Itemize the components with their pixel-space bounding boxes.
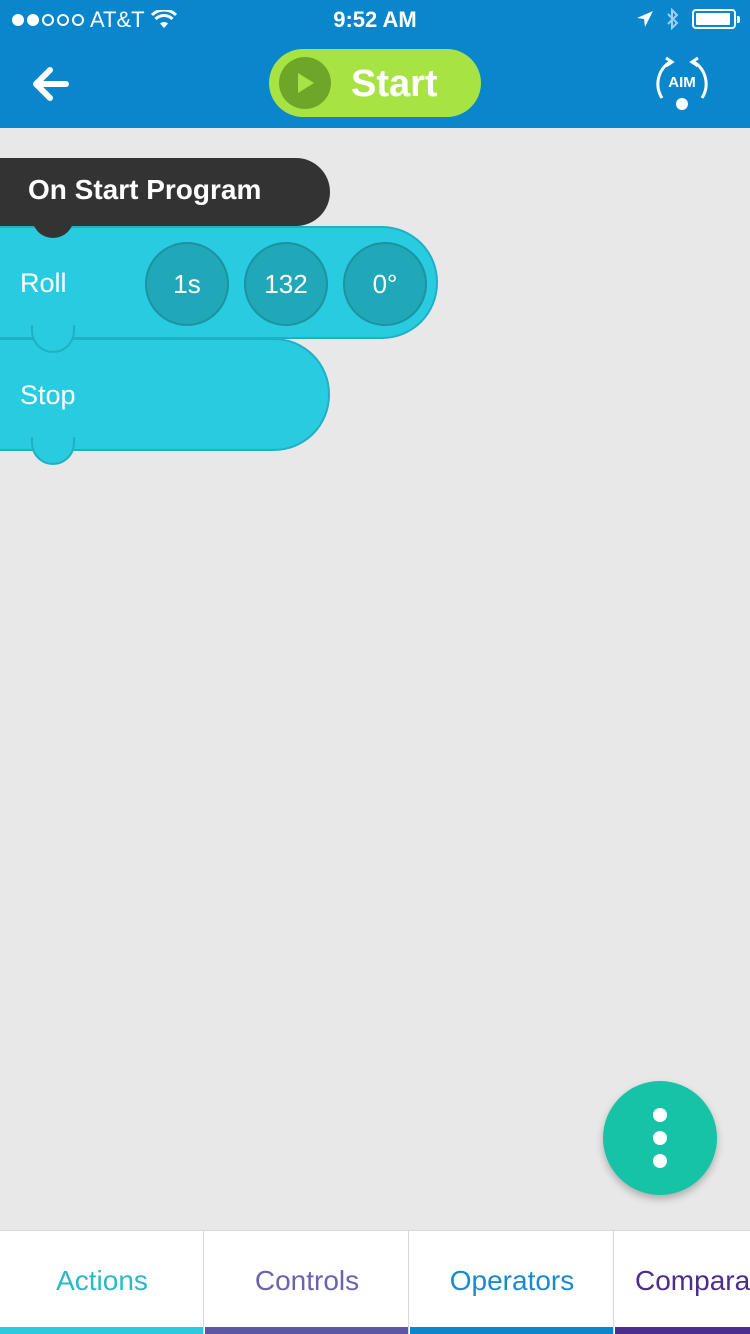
roll-block-label: Roll [20, 268, 67, 298]
on-start-program-label: On Start Program [28, 174, 262, 205]
status-right [636, 8, 740, 30]
bluetooth-icon [667, 8, 679, 30]
roll-speed-param[interactable]: 132 [244, 242, 328, 326]
app-header: AT&T 9:52 AM Start AIM [0, 0, 750, 128]
tab-controls-indicator [205, 1327, 408, 1334]
tab-comparators-indicator [615, 1327, 750, 1334]
play-icon [279, 57, 331, 109]
roll-duration-param[interactable]: 1s [145, 242, 229, 326]
tab-controls[interactable]: Controls [205, 1231, 409, 1334]
tab-actions[interactable]: Actions [0, 1231, 204, 1334]
svg-text:AIM: AIM [668, 74, 696, 91]
category-tab-bar: Actions Controls Operators Compara [0, 1230, 750, 1334]
tab-operators-indicator [410, 1327, 613, 1334]
battery-icon [692, 9, 740, 29]
block-connector [31, 437, 75, 465]
tab-actions-indicator [0, 1327, 203, 1334]
aim-button[interactable]: AIM [648, 54, 716, 114]
start-button-label: Start [351, 63, 438, 105]
stop-block[interactable]: Stop [0, 338, 330, 465]
roll-block[interactable]: Roll 1s 132 0° [0, 226, 438, 353]
more-vertical-icon [653, 1108, 667, 1122]
tab-comparators[interactable]: Compara [615, 1231, 750, 1334]
on-start-program-block[interactable]: On Start Program [0, 158, 330, 238]
tab-operators[interactable]: Operators [410, 1231, 614, 1334]
tab-operators-label: Operators [449, 1265, 575, 1296]
arrow-left-icon [33, 67, 69, 101]
roll-heading-param[interactable]: 0° [343, 242, 427, 326]
aim-icon: AIM [656, 56, 708, 110]
stop-block-label: Stop [20, 380, 76, 410]
back-button[interactable] [24, 58, 80, 114]
start-button[interactable]: Start [269, 49, 481, 117]
location-arrow-icon [637, 11, 653, 27]
more-options-button[interactable] [603, 1081, 717, 1195]
status-bar: AT&T 9:52 AM [0, 0, 750, 40]
tab-actions-label: Actions [56, 1265, 148, 1296]
tab-controls-label: Controls [254, 1265, 360, 1296]
tab-comparators-label: Compara [635, 1265, 750, 1296]
